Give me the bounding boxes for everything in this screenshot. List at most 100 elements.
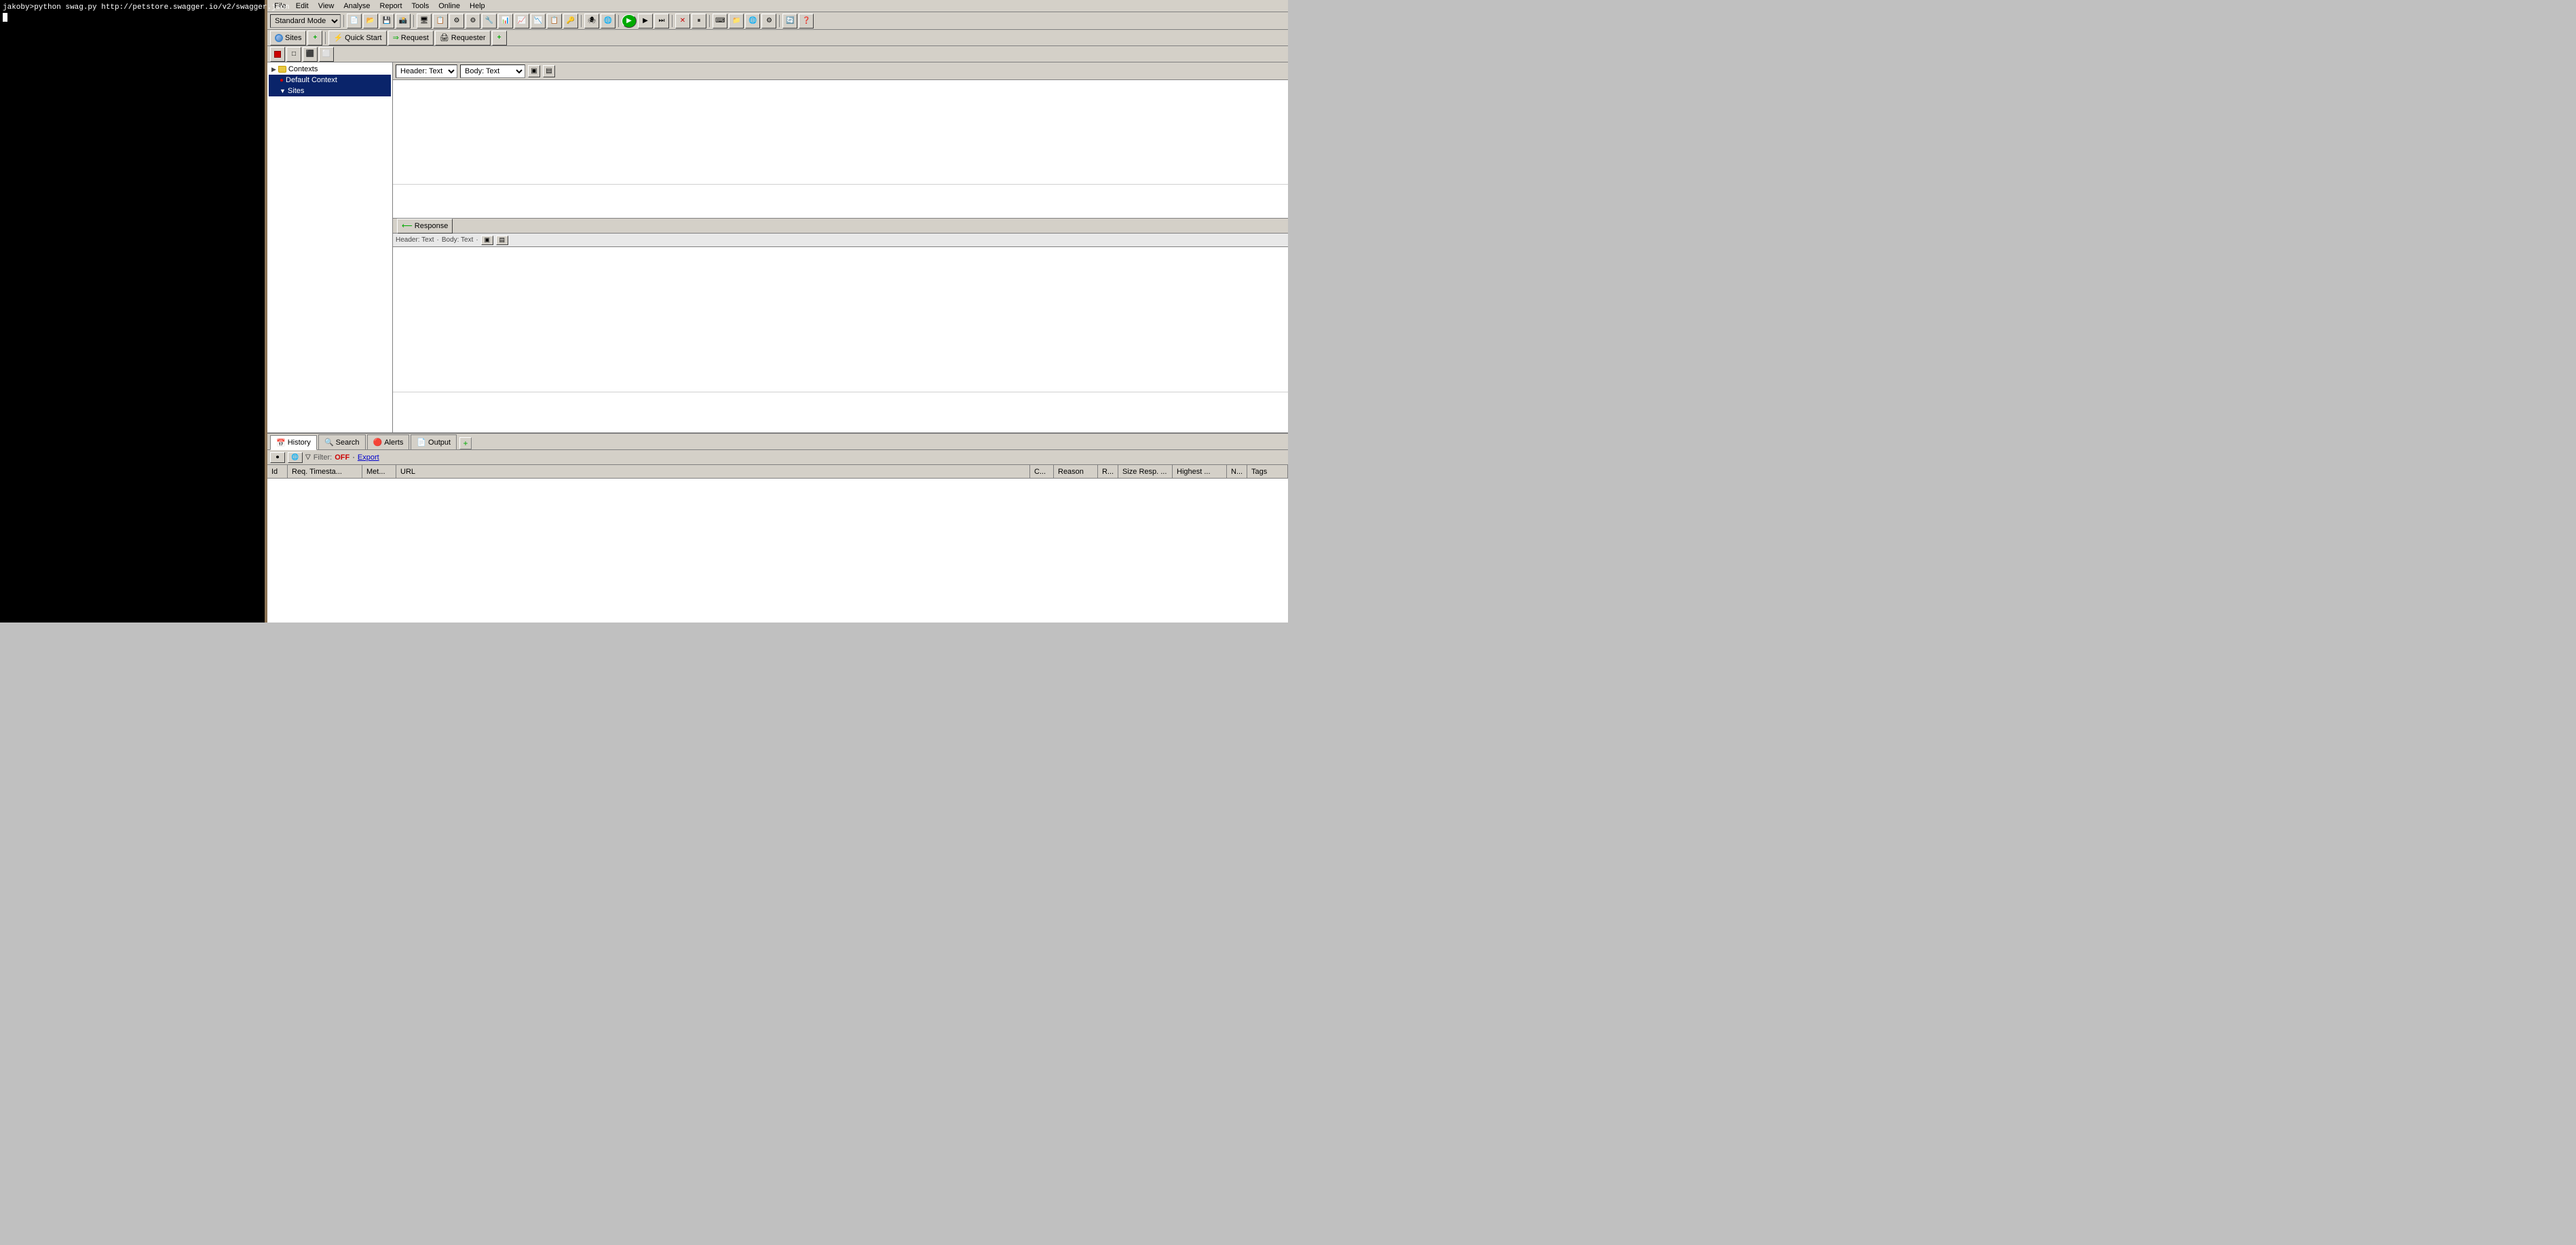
toolbar-btn-14[interactable]: 🔑	[563, 14, 578, 29]
request-body-area[interactable]	[393, 80, 1288, 184]
bottom-panel: 📅 History 🔍 Search 🔴 Alerts 📄 Output + ⏺	[267, 432, 1288, 622]
main-toolbar: Standard Mode Safe Mode Protected Mode A…	[267, 12, 1288, 30]
bottom-globe-btn[interactable]: 🌐	[288, 452, 303, 463]
request-toolbar: Header: Text Header: Raw Body: Text Body…	[393, 62, 1288, 80]
th-method: Met...	[362, 465, 396, 478]
add-tab-btn[interactable]: +	[459, 437, 472, 449]
toolbar-btn-7[interactable]: ⚙	[449, 14, 464, 29]
tree-sites[interactable]: ▼ Sites	[269, 86, 391, 96]
add-site-btn[interactable]: +	[307, 31, 322, 45]
menu-help[interactable]: Help	[466, 1, 489, 11]
tab-search[interactable]: 🔍 Search	[318, 434, 366, 449]
sites-tree-arrow: ▼	[280, 88, 286, 94]
toolbar-btn-5[interactable]: 🖥	[417, 14, 432, 29]
output-tab-label: Output	[428, 439, 451, 447]
th-reason: Reason	[1054, 465, 1098, 478]
table-header: Id Req. Timesta... Met... URL C... Reaso…	[267, 465, 1288, 479]
th-rtt: R...	[1098, 465, 1118, 478]
response-body-area[interactable]	[393, 247, 1288, 392]
tab-output[interactable]: 📄 Output	[411, 434, 457, 449]
menu-tools[interactable]: Tools	[408, 1, 434, 11]
request-extra-area	[393, 184, 1288, 218]
toolbar-ajax-btn[interactable]: 🌐	[601, 14, 615, 29]
toolbar-btn-9[interactable]: 🔧	[482, 14, 497, 29]
response-toolbar: Header: Text · Body: Text · ▣ ▤	[393, 234, 1288, 247]
tree-expand-arrow: ▶	[271, 66, 276, 73]
toolbar-step-btn[interactable]: ⏭	[654, 14, 669, 29]
toolbar-btn-13[interactable]: 📋	[547, 14, 562, 29]
menu-report[interactable]: Report	[376, 1, 406, 11]
tree-default-context[interactable]: ● Default Context	[269, 75, 391, 86]
menu-online[interactable]: Online	[434, 1, 464, 11]
toolbar-open-btn[interactable]: 📂	[363, 14, 378, 29]
toolbar-help-btn[interactable]: ❓	[799, 14, 814, 29]
toolbar-browser-btn[interactable]: 🌐	[745, 14, 760, 29]
resp-sep: ·	[437, 236, 439, 244]
resp-split-vert-btn[interactable]: ▤	[496, 236, 508, 245]
menu-analyse[interactable]: Analyse	[339, 1, 374, 11]
body-format-select[interactable]: Body: Text Body: Raw Body: Params Body: …	[460, 64, 525, 78]
contexts-label: Contexts	[288, 65, 318, 73]
toolbar-sep-5	[672, 15, 673, 27]
request-btn[interactable]: ⇒ Request	[388, 31, 434, 45]
layout-btn-1[interactable]: □	[286, 47, 301, 62]
toolbar-btn-8[interactable]: ⚙	[466, 14, 480, 29]
layout-btn-3[interactable]: ⬜	[319, 47, 334, 62]
tab-history[interactable]: 📅 History	[270, 435, 317, 450]
request-section: Header: Text Header: Raw Body: Text Body…	[393, 62, 1288, 219]
toolbar-btn-10[interactable]: 📊	[498, 14, 513, 29]
resp-header-label: Header: Text	[396, 236, 434, 244]
menu-edit[interactable]: Edit	[292, 1, 313, 11]
sites-panel: ▶ Contexts ● Default Context ▼ Sites	[267, 62, 393, 432]
toolbar-start-btn[interactable]: ▶	[622, 14, 637, 28]
toolbar-new-session-btn[interactable]: 📄	[347, 14, 362, 29]
header-format-select[interactable]: Header: Text Header: Raw	[396, 64, 457, 78]
th-highest: Highest ...	[1173, 465, 1227, 478]
filter-sep: ·	[352, 453, 355, 462]
toolbar-sep-2	[413, 15, 414, 27]
split-vert-btn[interactable]: ▤	[543, 65, 555, 77]
resp-split-horiz-btn[interactable]: ▣	[481, 236, 493, 245]
sites-sep-1	[325, 32, 326, 44]
tree-contexts-root[interactable]: ▶ Contexts	[269, 64, 391, 75]
request-label: Request	[401, 34, 429, 42]
filter-icon: ▽	[305, 453, 311, 461]
bottom-rec-btn[interactable]: ⏺	[270, 452, 285, 463]
request-response-panel: Header: Text Header: Raw Body: Text Body…	[393, 62, 1288, 432]
layout-stop-btn[interactable]	[270, 47, 285, 62]
tab-alerts[interactable]: 🔴 Alerts	[367, 434, 410, 449]
quick-start-btn[interactable]: ⚡ Quick Start	[328, 31, 386, 45]
mode-select[interactable]: Standard Mode Safe Mode Protected Mode A…	[270, 14, 341, 28]
toolbar-snapshot-btn[interactable]: 📸	[396, 14, 411, 29]
terminal-text: jakoby>python swag.py http://petstore.sw…	[3, 3, 262, 13]
toolbar-btn-11[interactable]: 📈	[514, 14, 529, 29]
context-icon: ●	[280, 77, 284, 84]
toolbar-stop-btn[interactable]: ✕	[675, 14, 690, 29]
bottom-toolbar: ⏺ 🌐 ▽ Filter: OFF · Export	[267, 450, 1288, 465]
th-size-resp: Size Resp. ...	[1118, 465, 1173, 478]
default-context-label: Default Context	[286, 76, 337, 84]
layout-btn-2[interactable]: ⬛	[303, 47, 318, 62]
toolbar-btn-6[interactable]: 📋	[433, 14, 448, 29]
menu-view[interactable]: View	[314, 1, 339, 11]
th-code: C...	[1030, 465, 1054, 478]
response-btn[interactable]: ⟵ Response	[397, 219, 453, 234]
history-icon: 📅	[276, 439, 286, 447]
toolbar-break-btn[interactable]: ⏸	[692, 14, 706, 29]
quick-start-label: Quick Start	[345, 34, 381, 42]
toolbar-folder-btn[interactable]: 📁	[729, 14, 744, 29]
zap-panel: File Edit View Analyse Report Tools Onli…	[267, 0, 1288, 622]
split-horiz-btn[interactable]: ▣	[528, 65, 540, 77]
export-label[interactable]: Export	[358, 453, 379, 462]
add-panel-btn[interactable]: +	[492, 31, 507, 45]
toolbar-save-btn[interactable]: 💾	[379, 14, 394, 29]
toolbar-options-btn[interactable]: ⚙	[761, 14, 776, 29]
sites-button[interactable]: Sites	[270, 31, 306, 45]
requester-btn[interactable]: 🖨 Requester	[435, 31, 491, 45]
toolbar-refresh-btn[interactable]: 🔄	[782, 14, 797, 29]
toolbar-spider-btn[interactable]: 🕷	[584, 14, 599, 29]
toolbar-keyboard-btn[interactable]: ⌨	[713, 14, 727, 29]
toolbar-btn-12[interactable]: 📉	[531, 14, 546, 29]
history-area[interactable]	[267, 479, 1288, 622]
toolbar-play-btn[interactable]: ▶	[638, 14, 653, 29]
